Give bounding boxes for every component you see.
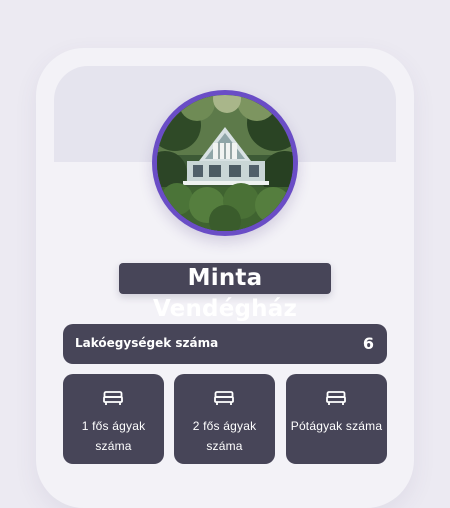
bed-icon	[103, 391, 123, 405]
guesthouse-photo	[157, 95, 293, 231]
units-count-row: Lakóegységek száma 6	[63, 324, 387, 364]
units-count-label: Lakóegységek száma	[75, 336, 219, 350]
single-beds-card[interactable]: 1 fős ágyak száma	[63, 374, 164, 464]
extra-beds-label: Pótágyak száma	[290, 419, 383, 433]
guesthouse-photo-image	[157, 95, 293, 231]
bed-icon	[214, 391, 234, 405]
guesthouse-name: Minta Vendégház	[119, 263, 331, 322]
double-beds-card[interactable]: 2 fős ágyak száma	[174, 374, 275, 464]
profile-avatar[interactable]	[152, 90, 298, 236]
single-beds-label: 1 fős ágyak száma	[81, 419, 146, 453]
units-count-value: 6	[362, 334, 374, 353]
double-beds-label: 2 fős ágyak száma	[192, 419, 257, 453]
extra-beds-card[interactable]: Pótágyak száma	[286, 374, 387, 464]
bed-icon	[326, 391, 346, 405]
